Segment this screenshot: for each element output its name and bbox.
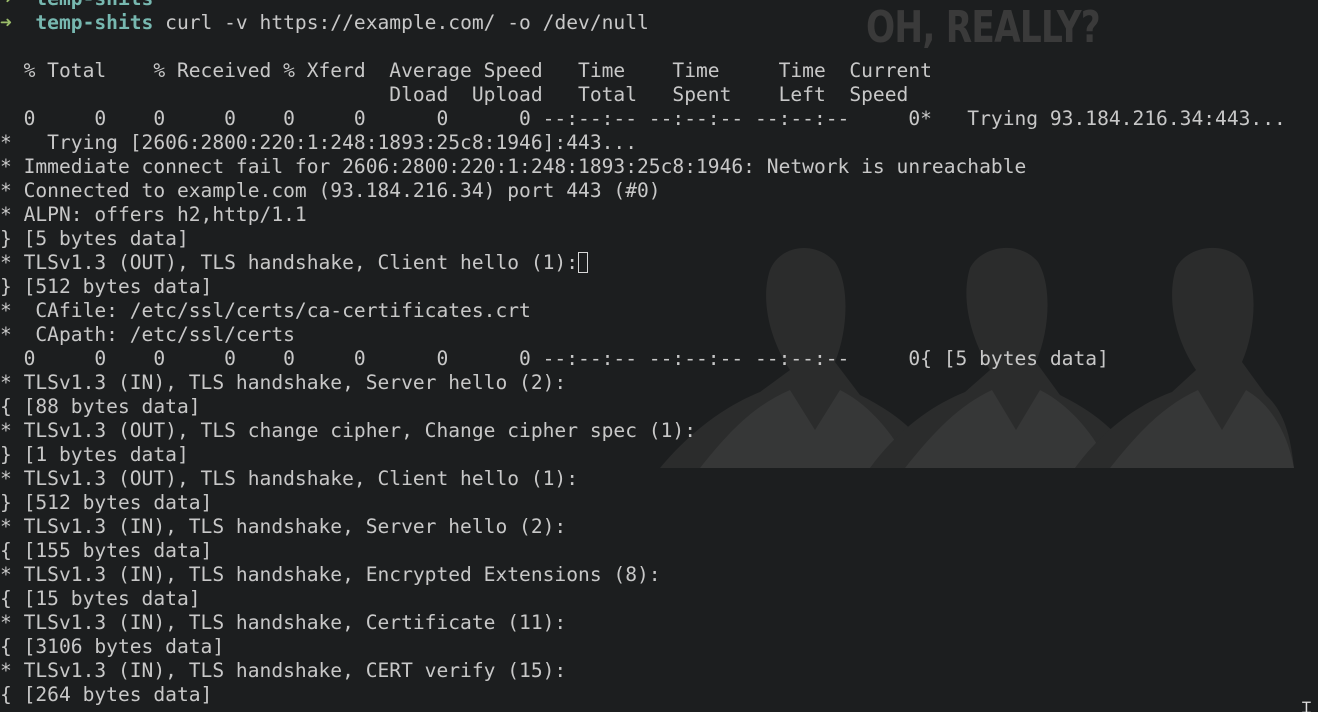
terminal-output[interactable]: ➜ temp-shits ➜ temp-shits curl -v https:… <box>0 0 1286 707</box>
output-line: * TLSv1.3 (IN), TLS handshake, Server he… <box>0 515 567 538</box>
output-line: } [5 bytes data] <box>0 227 189 250</box>
prompt-arrow-icon: ➜ <box>0 11 12 34</box>
output-line: % Total % Received % Xferd Average Speed… <box>0 59 932 82</box>
output-line: * TLSv1.3 (OUT), TLS handshake, Client h… <box>0 467 579 490</box>
text-cursor <box>578 252 589 273</box>
output-line: } [512 bytes data] <box>0 275 213 298</box>
output-line: * TLSv1.3 (OUT), TLS change cipher, Chan… <box>0 419 696 442</box>
output-line: } [1 bytes data] <box>0 443 189 466</box>
output-line: } [512 bytes data] <box>0 491 213 514</box>
output-line: * CApath: /etc/ssl/certs <box>0 323 295 346</box>
output-line: * CAfile: /etc/ssl/certs/ca-certificates… <box>0 299 531 322</box>
output-line: * ALPN: offers h2,http/1.1 <box>0 203 307 226</box>
output-line: 0 0 0 0 0 0 0 0 --:--:-- --:--:-- --:--:… <box>0 347 1109 370</box>
output-line: * Connected to example.com (93.184.216.3… <box>0 179 661 202</box>
output-line: * TLSv1.3 (IN), TLS handshake, Certifica… <box>0 611 567 634</box>
prompt-directory: temp-shits <box>35 11 154 34</box>
terminal-window[interactable]: OH, REALLY? ➜ temp-shits ➜ temp-shits cu… <box>0 0 1318 712</box>
output-line: * TLSv1.3 (IN), TLS handshake, Server he… <box>0 371 567 394</box>
output-line: * TLSv1.3 (OUT), TLS handshake, Client h… <box>0 251 1286 275</box>
previous-prompt-line: ➜ temp-shits <box>0 0 1286 11</box>
command-line: ➜ temp-shits curl -v https://example.com… <box>0 11 1286 35</box>
output-line: { [88 bytes data] <box>0 395 201 418</box>
output-line: * Trying [2606:2800:220:1:248:1893:25c8:… <box>0 131 638 154</box>
curl-output: % Total % Received % Xferd Average Speed… <box>0 59 1286 707</box>
output-line: { [3106 bytes data] <box>0 635 225 658</box>
output-line: { [15 bytes data] <box>0 587 201 610</box>
command-text: curl -v https://example.com/ -o /dev/nul… <box>165 11 649 34</box>
output-line: * TLSv1.3 (IN), TLS handshake, CERT veri… <box>0 659 567 682</box>
output-line: { [264 bytes data] <box>0 683 213 706</box>
output-line: { [155 bytes data] <box>0 539 213 562</box>
output-line: * Immediate connect fail for 2606:2800:2… <box>0 155 1027 178</box>
output-line: * TLSv1.3 (IN), TLS handshake, Encrypted… <box>0 563 661 586</box>
prompt-directory: temp-shits <box>35 0 153 10</box>
ibeam-cursor-icon: Ɪ <box>1302 698 1311 712</box>
output-line: Dload Upload Total Spent Left Speed <box>0 83 909 106</box>
prompt-arrow-icon: ➜ <box>0 0 12 10</box>
output-line: 0 0 0 0 0 0 0 0 --:--:-- --:--:-- --:--:… <box>0 107 1286 130</box>
